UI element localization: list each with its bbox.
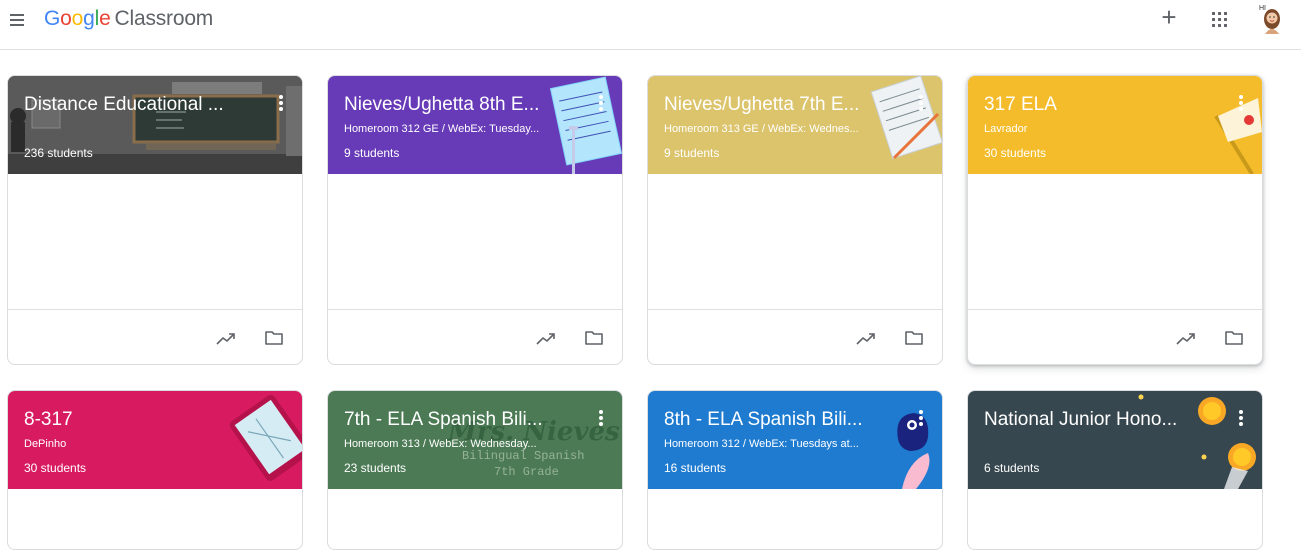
folder-icon[interactable] bbox=[904, 330, 924, 346]
trending-up-icon[interactable] bbox=[1176, 330, 1196, 346]
more-options-icon[interactable] bbox=[1238, 410, 1244, 430]
student-count: 236 students bbox=[24, 146, 93, 160]
student-count: 6 students bbox=[984, 461, 1040, 475]
class-title[interactable]: Nieves/Ughetta 7th E... bbox=[664, 94, 894, 116]
more-options-icon[interactable] bbox=[278, 95, 284, 115]
student-count: 30 students bbox=[24, 461, 87, 475]
more-options-icon[interactable] bbox=[918, 95, 924, 115]
more-options-icon[interactable] bbox=[1238, 95, 1244, 115]
folder-icon[interactable] bbox=[1224, 330, 1244, 346]
class-subtitle: DePinho bbox=[24, 438, 67, 450]
more-options-icon[interactable] bbox=[598, 410, 604, 430]
more-options-icon[interactable] bbox=[918, 410, 924, 430]
class-title[interactable]: Distance Educational ... bbox=[24, 94, 254, 116]
class-title[interactable]: 7th - ELA Spanish Bili... bbox=[344, 409, 574, 431]
trending-up-icon[interactable] bbox=[216, 330, 236, 346]
class-card[interactable]: Distance Educational ... 236 students bbox=[7, 75, 303, 365]
app-header: Google Classroom + HI bbox=[0, 0, 1301, 50]
class-card[interactable]: Nieves/Ughetta 7th E... Homeroom 313 GE … bbox=[647, 75, 943, 365]
banner-watermark-line: 7th Grade bbox=[494, 465, 559, 479]
svg-text:HI: HI bbox=[1259, 5, 1266, 12]
class-subtitle: Homeroom 312 GE / WebEx: Tuesday... bbox=[344, 123, 540, 135]
class-title[interactable]: 317 ELA bbox=[984, 94, 1214, 116]
card-banner[interactable]: Distance Educational ... 236 students bbox=[8, 76, 302, 174]
more-options-icon[interactable] bbox=[598, 95, 604, 115]
trending-up-icon[interactable] bbox=[856, 330, 876, 346]
student-count: 16 students bbox=[664, 461, 727, 475]
folder-icon[interactable] bbox=[584, 330, 604, 346]
product-name: Classroom bbox=[114, 7, 214, 30]
student-count: 9 students bbox=[344, 146, 400, 160]
menu-icon[interactable] bbox=[6, 8, 30, 32]
class-card[interactable]: National Junior Hono... 6 students bbox=[967, 390, 1263, 550]
student-count: 30 students bbox=[984, 146, 1047, 160]
class-subtitle: Lavrador bbox=[984, 123, 1028, 135]
card-footer bbox=[648, 309, 942, 364]
trending-up-icon[interactable] bbox=[536, 330, 556, 346]
avatar[interactable]: HI bbox=[1255, 2, 1285, 34]
card-footer bbox=[968, 309, 1262, 364]
class-card[interactable]: Nieves/Ughetta 8th E... Homeroom 312 GE … bbox=[327, 75, 623, 365]
class-card[interactable]: Mrs. Nieves Bilingual Spanish 7th Grade … bbox=[327, 390, 623, 550]
plus-icon[interactable]: + bbox=[1157, 4, 1181, 30]
class-title[interactable]: 8th - ELA Spanish Bili... bbox=[664, 409, 894, 431]
class-subtitle: Homeroom 313 GE / WebEx: Wednes... bbox=[664, 123, 859, 135]
apps-grid-icon[interactable] bbox=[1210, 10, 1228, 28]
student-count: 9 students bbox=[664, 146, 720, 160]
card-banner[interactable]: 8-317 DePinho 30 students bbox=[8, 391, 302, 489]
card-banner[interactable]: Nieves/Ughetta 8th E... Homeroom 312 GE … bbox=[328, 76, 622, 174]
class-subtitle: Homeroom 313 / WebEx: Wednesday... bbox=[344, 438, 537, 450]
card-banner[interactable]: Nieves/Ughetta 7th E... Homeroom 313 GE … bbox=[648, 76, 942, 174]
class-card[interactable]: 317 ELA Lavrador 30 students bbox=[967, 75, 1263, 365]
class-title[interactable]: 8-317 bbox=[24, 409, 254, 431]
folder-icon[interactable] bbox=[264, 330, 284, 346]
card-banner[interactable]: Mrs. Nieves Bilingual Spanish 7th Grade … bbox=[328, 391, 622, 489]
class-title[interactable]: National Junior Hono... bbox=[984, 409, 1214, 431]
card-banner[interactable]: National Junior Hono... 6 students bbox=[968, 391, 1262, 489]
card-footer bbox=[8, 309, 302, 364]
class-card[interactable]: 8th - ELA Spanish Bili... Homeroom 312 /… bbox=[647, 390, 943, 550]
class-card[interactable]: 8-317 DePinho 30 students bbox=[7, 390, 303, 550]
banner-watermark-line: Bilingual Spanish bbox=[462, 449, 585, 463]
card-footer bbox=[328, 309, 622, 364]
card-banner[interactable]: 8th - ELA Spanish Bili... Homeroom 312 /… bbox=[648, 391, 942, 489]
class-title[interactable]: Nieves/Ughetta 8th E... bbox=[344, 94, 574, 116]
app-logo[interactable]: Google Classroom bbox=[44, 7, 213, 31]
student-count: 23 students bbox=[344, 461, 407, 475]
card-banner[interactable]: 317 ELA Lavrador 30 students bbox=[968, 76, 1262, 174]
class-subtitle: Homeroom 312 / WebEx: Tuesdays at... bbox=[664, 438, 859, 450]
